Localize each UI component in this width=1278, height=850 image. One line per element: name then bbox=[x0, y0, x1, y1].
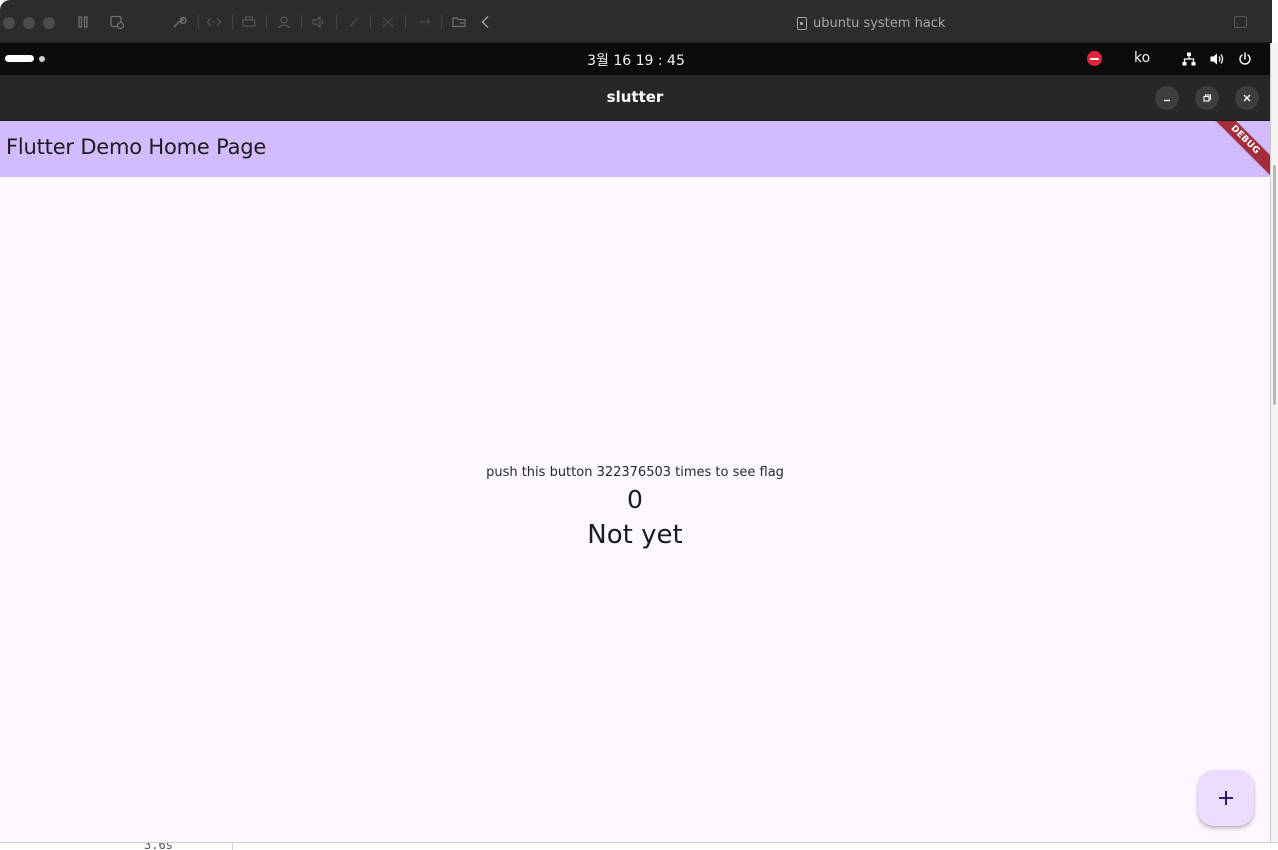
printer-icon[interactable] bbox=[241, 14, 257, 30]
minimize-icon bbox=[1164, 99, 1170, 102]
panel-clock[interactable]: 3월 16 19 : 45 bbox=[0, 50, 1272, 70]
volume-icon[interactable] bbox=[1209, 51, 1225, 67]
snapshot-icon[interactable] bbox=[109, 14, 125, 30]
minimize-button[interactable] bbox=[1155, 86, 1179, 110]
host-window-title: ubuntu system hack bbox=[797, 14, 945, 32]
host-scrollbar[interactable] bbox=[1273, 165, 1276, 405]
restore-icon bbox=[1203, 94, 1212, 102]
app-bar-title: Flutter Demo Home Page bbox=[6, 135, 267, 159]
center-content: push this button 322376503 times to see … bbox=[0, 464, 1270, 553]
window-title: slutter bbox=[606, 88, 664, 106]
app-window-titlebar[interactable]: slutter bbox=[0, 75, 1270, 121]
app-bar: Flutter Demo Home Page bbox=[0, 121, 1270, 177]
toolbar-divider bbox=[441, 15, 442, 29]
host-title-text: ubuntu system hack bbox=[813, 15, 946, 31]
increment-fab[interactable] bbox=[1198, 770, 1254, 826]
close-button[interactable] bbox=[1235, 86, 1259, 110]
usb-icon[interactable] bbox=[346, 14, 362, 30]
flag-status: Not yet bbox=[587, 520, 683, 550]
user-icon[interactable] bbox=[276, 14, 292, 30]
pause-icon[interactable] bbox=[75, 14, 91, 30]
toolbar-divider bbox=[301, 15, 302, 29]
wrench-icon[interactable] bbox=[171, 14, 187, 30]
network-icon[interactable] bbox=[1181, 51, 1197, 67]
back-chevron-icon[interactable] bbox=[478, 14, 494, 30]
plus-icon bbox=[1219, 791, 1233, 805]
counter-value: 0 bbox=[627, 485, 643, 514]
flutter-app-body: Flutter Demo Home Page DEBUG push this b… bbox=[0, 121, 1270, 842]
toolbar-divider bbox=[370, 15, 371, 29]
arrow-icon[interactable] bbox=[417, 14, 433, 30]
host-close-dot[interactable] bbox=[3, 17, 15, 29]
host-minimize-dot[interactable] bbox=[23, 17, 35, 29]
toolbar-divider bbox=[232, 15, 233, 29]
toolbar-divider bbox=[336, 15, 337, 29]
toolbar-divider bbox=[198, 15, 199, 29]
folder-icon[interactable] bbox=[451, 14, 467, 30]
toolbar-divider bbox=[266, 15, 267, 29]
instruction-text: push this button 322376503 times to see … bbox=[486, 465, 784, 480]
document-icon bbox=[797, 16, 807, 30]
host-window-toolbar: ubuntu system hack bbox=[0, 0, 1272, 43]
host-zoom-dot[interactable] bbox=[43, 17, 55, 29]
host-bottom-edge: 3.6s bbox=[0, 842, 1278, 850]
input-language-indicator[interactable]: ko bbox=[1134, 50, 1150, 66]
network-icon[interactable] bbox=[380, 14, 396, 30]
host-side-edge bbox=[1270, 43, 1278, 850]
power-icon[interactable] bbox=[1237, 51, 1253, 67]
code-icon[interactable] bbox=[206, 14, 222, 30]
audio-icon[interactable] bbox=[311, 14, 327, 30]
fullscreen-icon[interactable] bbox=[1234, 16, 1247, 28]
maximize-button[interactable] bbox=[1195, 86, 1219, 110]
close-icon bbox=[1243, 94, 1251, 102]
ubuntu-top-panel: 3월 16 19 : 45 ko bbox=[0, 43, 1272, 75]
host-partial-text: 3.6s bbox=[144, 842, 173, 850]
do-not-disturb-icon[interactable] bbox=[1087, 51, 1102, 66]
host-divider bbox=[232, 843, 233, 850]
toolbar-divider bbox=[405, 15, 406, 29]
